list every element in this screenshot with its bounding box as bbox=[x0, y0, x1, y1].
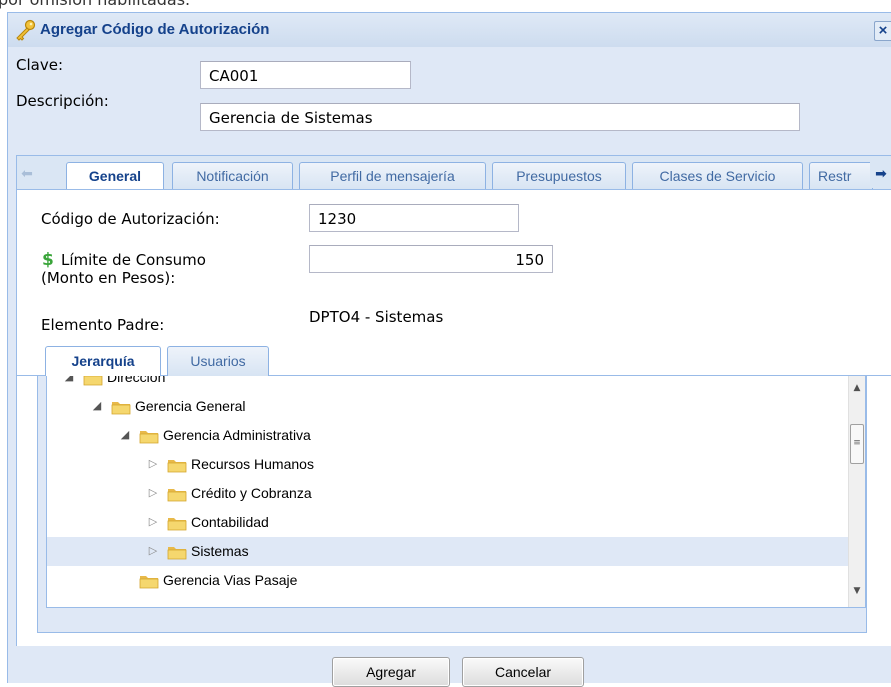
elemento-padre-value: DPTO4 - Sistemas bbox=[309, 308, 444, 326]
clave-label: Clave: bbox=[16, 56, 63, 74]
tree-node-label: Dirección bbox=[107, 376, 166, 385]
key-icon bbox=[16, 19, 36, 41]
tab-general[interactable]: General bbox=[66, 162, 164, 189]
expanded-arrow-icon[interactable]: ◢ bbox=[63, 376, 75, 383]
collapsed-arrow-icon[interactable]: ▷ bbox=[147, 486, 159, 499]
dialog-titlebar[interactable]: Agregar Código de Autorización × bbox=[8, 13, 891, 47]
limite-label-line1: Límite de Consumo bbox=[61, 251, 206, 269]
descripcion-label: Descripción: bbox=[16, 92, 109, 110]
tab-clases-servicio[interactable]: Clases de Servicio bbox=[632, 162, 803, 189]
descripcion-field[interactable]: Gerencia de Sistemas bbox=[200, 103, 800, 131]
codigo-field[interactable]: 1230 bbox=[309, 204, 519, 232]
clave-field[interactable]: CA001 bbox=[200, 61, 411, 89]
scroll-thumb[interactable]: ≡ bbox=[850, 424, 864, 464]
tab-restricciones[interactable]: Restr bbox=[809, 162, 873, 189]
folder-icon bbox=[167, 489, 187, 502]
folder-icon bbox=[167, 518, 187, 531]
tab-perfil-mensajeria[interactable]: Perfil de mensajería bbox=[299, 162, 486, 189]
tree-node[interactable]: ◢ Dirección bbox=[47, 376, 850, 392]
general-tab-panel: Código de Autorización: 1230 $ Límite de… bbox=[16, 189, 891, 646]
tab-notificacion[interactable]: Notificación bbox=[172, 162, 293, 189]
tree-node[interactable]: ▷ Crédito y Cobranza bbox=[47, 479, 850, 508]
tree-node-label: Sistemas bbox=[191, 543, 249, 559]
expanded-arrow-icon[interactable]: ◢ bbox=[119, 428, 131, 441]
tree-node-label: Gerencia Administrativa bbox=[163, 427, 311, 443]
tab-presupuestos[interactable]: Presupuestos bbox=[492, 162, 626, 189]
tree-node-label: Contabilidad bbox=[191, 514, 269, 530]
tree-scrollbar[interactable]: ▲ ≡ ▼ bbox=[848, 376, 865, 607]
dialog-title: Agregar Código de Autorización bbox=[40, 21, 270, 38]
tree-node[interactable]: ◢ Gerencia General bbox=[47, 392, 850, 421]
tab-scroll-left-icon[interactable]: ⬅ bbox=[17, 160, 37, 188]
dialog-body: Clave: CA001 Descripción: Gerencia de Si… bbox=[8, 47, 891, 687]
tree-node-label: Crédito y Cobranza bbox=[191, 485, 312, 501]
limite-label-line2: (Monto en Pesos): bbox=[41, 269, 176, 287]
close-button[interactable]: × bbox=[874, 21, 891, 41]
folder-icon bbox=[139, 576, 159, 589]
tab-usuarios[interactable]: Usuarios bbox=[167, 346, 269, 376]
tree-rows: ◢ Dirección ◢ Gerencia General ◢ Gerencia Adm… bbox=[47, 376, 850, 607]
hierarchy-tree[interactable]: ◢ Dirección ◢ Gerencia General ◢ Gerencia Adm… bbox=[46, 376, 866, 608]
tree-node[interactable]: ▷ Sistemas bbox=[47, 537, 850, 566]
tree-node-label: Gerencia Vias Pasaje bbox=[163, 572, 298, 588]
folder-icon bbox=[167, 460, 187, 473]
folder-icon bbox=[167, 547, 187, 560]
folder-icon bbox=[139, 431, 159, 444]
main-tab-strip: ⬅ General Notificación Perfil de mensaje… bbox=[16, 155, 891, 189]
tab-jerarquia[interactable]: Jerarquía bbox=[45, 346, 161, 377]
collapsed-arrow-icon[interactable]: ▷ bbox=[147, 457, 159, 470]
background-text: por omisión habilitadas. bbox=[0, 0, 190, 9]
folder-icon bbox=[83, 376, 103, 386]
collapsed-arrow-icon[interactable]: ▷ bbox=[147, 544, 159, 557]
svg-text:$: $ bbox=[42, 250, 54, 268]
expanded-arrow-icon[interactable]: ◢ bbox=[91, 399, 103, 412]
scroll-up-icon[interactable]: ▲ bbox=[849, 380, 865, 397]
tree-node[interactable]: ◢ Gerencia Administrativa bbox=[47, 421, 850, 450]
tree-node[interactable]: Gerencia Vias Pasaje bbox=[47, 566, 850, 595]
collapsed-arrow-icon[interactable]: ▷ bbox=[147, 515, 159, 528]
scroll-down-icon[interactable]: ▼ bbox=[849, 583, 865, 600]
limite-consumo-field[interactable]: 150 bbox=[309, 245, 553, 273]
add-authorization-code-dialog: Agregar Código de Autorización × Clave: … bbox=[7, 12, 891, 687]
elemento-padre-label: Elemento Padre: bbox=[41, 316, 165, 334]
folder-icon bbox=[111, 402, 131, 415]
jerarquia-panel: ◢ Dirección ◢ Gerencia General ◢ Gerencia Adm… bbox=[37, 376, 867, 633]
codigo-label: Código de Autorización: bbox=[41, 210, 220, 228]
tree-node[interactable]: ▷ Recursos Humanos bbox=[47, 450, 850, 479]
tree-node-label: Recursos Humanos bbox=[191, 456, 314, 472]
sub-tab-strip: Jerarquía Usuarios bbox=[17, 342, 891, 377]
tree-node-label: Gerencia General bbox=[135, 398, 246, 414]
dollar-icon: $ bbox=[42, 250, 54, 268]
tab-scroll-right-icon[interactable]: ➡ bbox=[870, 160, 891, 188]
tree-node[interactable]: ▷ Contabilidad bbox=[47, 508, 850, 537]
